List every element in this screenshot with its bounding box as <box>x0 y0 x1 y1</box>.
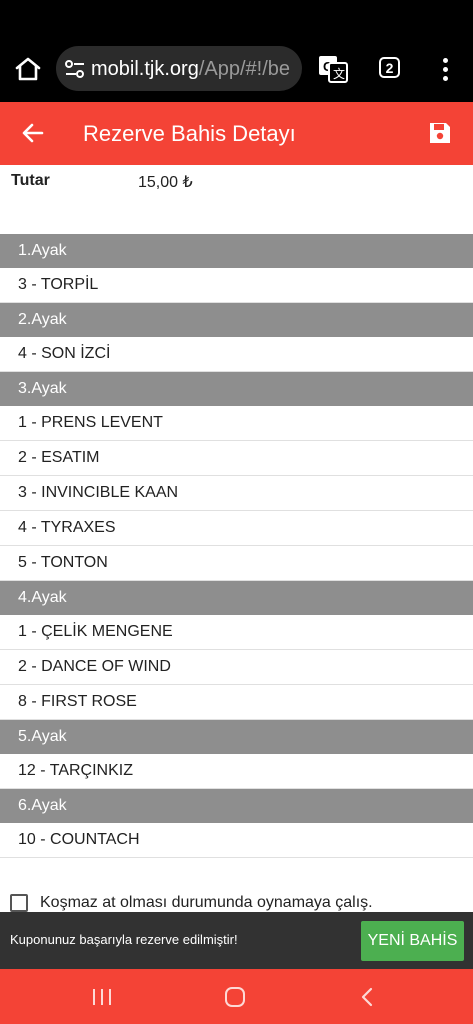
arrow-back-icon[interactable] <box>20 120 46 146</box>
leg-header: 5.Ayak <box>0 720 473 754</box>
list-item: 2 - DANCE OF WIND <box>0 650 473 685</box>
legs-list: 1.Ayak 3 - TORPİL 2.Ayak 4 - SON İZCİ 3.… <box>0 234 473 858</box>
translate-icon[interactable]: G 文 <box>318 55 348 83</box>
list-item: 4 - TYRAXES <box>0 511 473 546</box>
leg-header: 2.Ayak <box>0 303 473 337</box>
list-item: 2 - ESATIM <box>0 441 473 476</box>
url-text: mobil.tjk.org/App/#!/be <box>91 57 290 81</box>
more-vert-icon[interactable] <box>436 56 454 82</box>
leg-header: 3.Ayak <box>0 372 473 406</box>
list-item: 8 - FIRST ROSE <box>0 685 473 720</box>
amount-value: 15,00 ₺ <box>138 174 193 191</box>
list-item: 4 - SON İZCİ <box>0 337 473 372</box>
list-item: 5 - TONTON <box>0 546 473 581</box>
amount-label: Tutar <box>11 172 50 189</box>
leg-header: 1.Ayak <box>0 234 473 268</box>
home-icon[interactable] <box>14 56 42 82</box>
list-item: 12 - TARÇINKIZ <box>0 754 473 789</box>
page-title: Rezerve Bahis Detayı <box>83 121 296 146</box>
browser-toolbar: mobil.tjk.org/App/#!/be G 文 2 <box>0 0 473 102</box>
list-item: 1 - ÇELİK MENGENE <box>0 615 473 650</box>
app-header: Rezerve Bahis Detayı <box>0 102 473 165</box>
leg-header: 4.Ayak <box>0 581 473 615</box>
save-icon[interactable] <box>428 121 452 145</box>
leg-header: 6.Ayak <box>0 789 473 823</box>
new-bet-button[interactable]: YENİ BAHİS <box>361 921 464 961</box>
url-path: /App/#!/be <box>198 58 290 80</box>
nav-back-icon[interactable] <box>359 987 375 1007</box>
list-item: 1 - PRENS LEVENT <box>0 406 473 441</box>
svg-text:文: 文 <box>333 66 345 81</box>
address-bar[interactable]: mobil.tjk.org/App/#!/be <box>56 46 302 91</box>
nav-home-icon[interactable] <box>224 986 246 1008</box>
snackbar: Kuponunuz başarıyla rezerve edilmiştir! … <box>0 912 473 969</box>
list-item: 3 - TORPİL <box>0 268 473 303</box>
recents-icon[interactable] <box>91 988 113 1006</box>
tabs-icon[interactable]: 2 <box>379 57 400 78</box>
list-item: 3 - INVINCIBLE KAAN <box>0 476 473 511</box>
tab-count: 2 <box>385 59 394 76</box>
tune-icon[interactable] <box>64 58 86 80</box>
url-host: mobil.tjk.org <box>91 58 199 80</box>
list-item: 10 - COUNTACH <box>0 823 473 858</box>
scratch-option-label: Koşmaz at olması durumunda oynamaya çalı… <box>40 894 373 911</box>
system-nav-bar <box>0 969 473 1024</box>
snackbar-message: Kuponunuz başarıyla rezerve edilmiştir! <box>10 932 238 947</box>
scratch-checkbox[interactable] <box>10 894 28 912</box>
